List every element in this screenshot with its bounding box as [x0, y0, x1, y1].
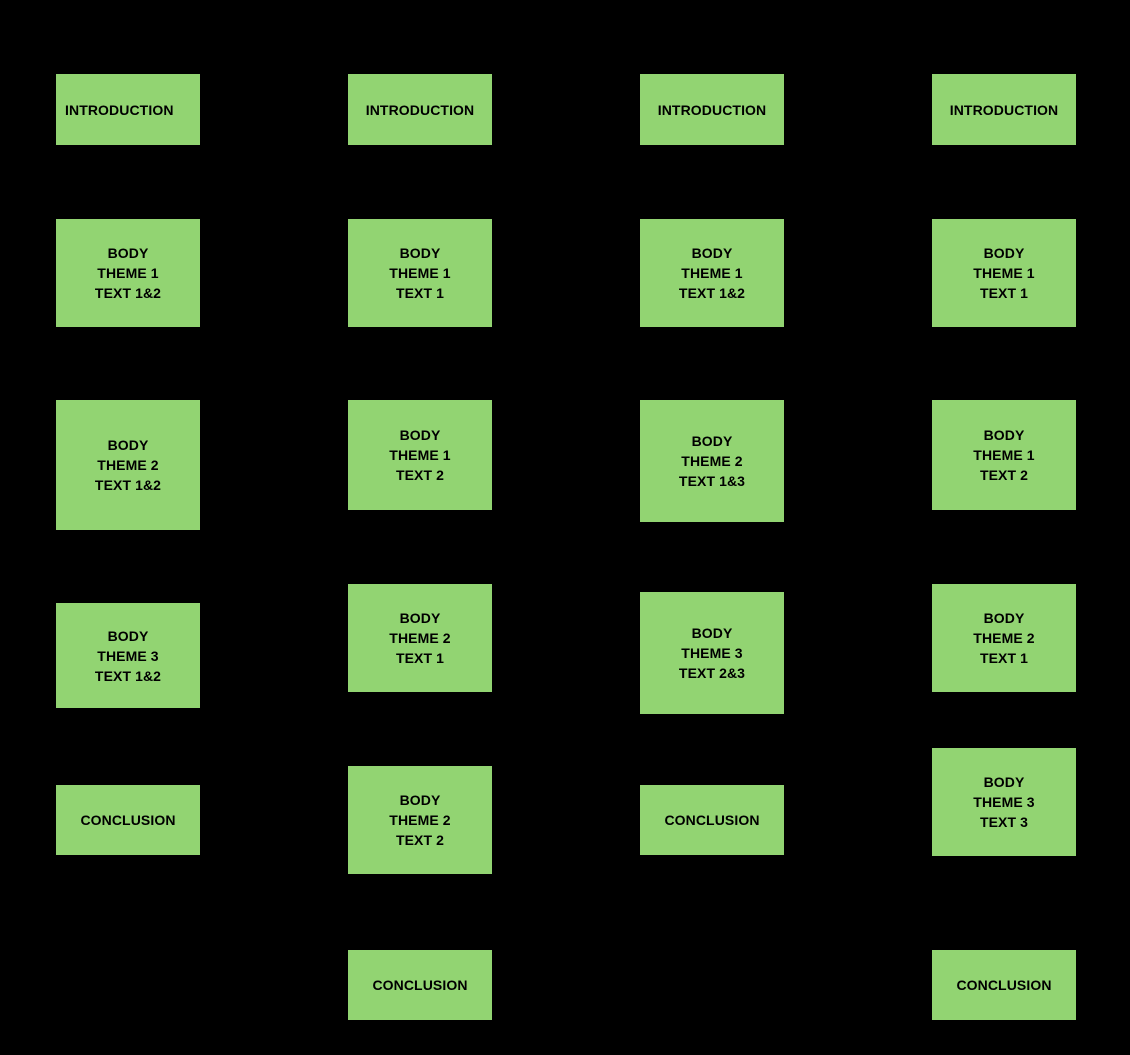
- column-4-conclusion-label: CONCLUSION: [956, 977, 1052, 993]
- column-4-body-theme-1-text-1-box[interactable]: BODY THEME 1 TEXT 1: [932, 219, 1076, 327]
- column-4-introduction-label: INTRODUCTION: [949, 101, 1059, 118]
- column-4-body-theme-1-text-1-label: BODY THEME 1 TEXT 1: [973, 245, 1035, 301]
- column-4: INTRODUCTION BODY THEME 1 TEXT 1 BODY THEM…: [0, 0, 1130, 1055]
- column-4-body-theme-1-text-2-label: BODY THEME 1 TEXT 2: [973, 427, 1035, 483]
- column-4-introduction-box[interactable]: INTRODUCTION: [932, 74, 1076, 145]
- column-4-body-theme-3-text-3-box[interactable]: BODY THEME 3 TEXT 3: [932, 748, 1076, 856]
- column-4-body-theme-3-text-3-label: BODY THEME 3 TEXT 3: [973, 774, 1035, 830]
- column-4-body-theme-1-text-2-box[interactable]: BODY THEME 1 TEXT 2: [932, 400, 1076, 510]
- column-4-body-theme-2-text-1-label: BODY THEME 2 TEXT 1: [973, 610, 1035, 666]
- column-4-conclusion-box[interactable]: CONCLUSION: [932, 950, 1076, 1020]
- diagram-canvas: INTRODUCTION BODY THEME 1 TEXT 1&2 BODY TH…: [0, 0, 1130, 1055]
- column-4-body-theme-2-text-1-box[interactable]: BODY THEME 2 TEXT 1: [932, 584, 1076, 692]
